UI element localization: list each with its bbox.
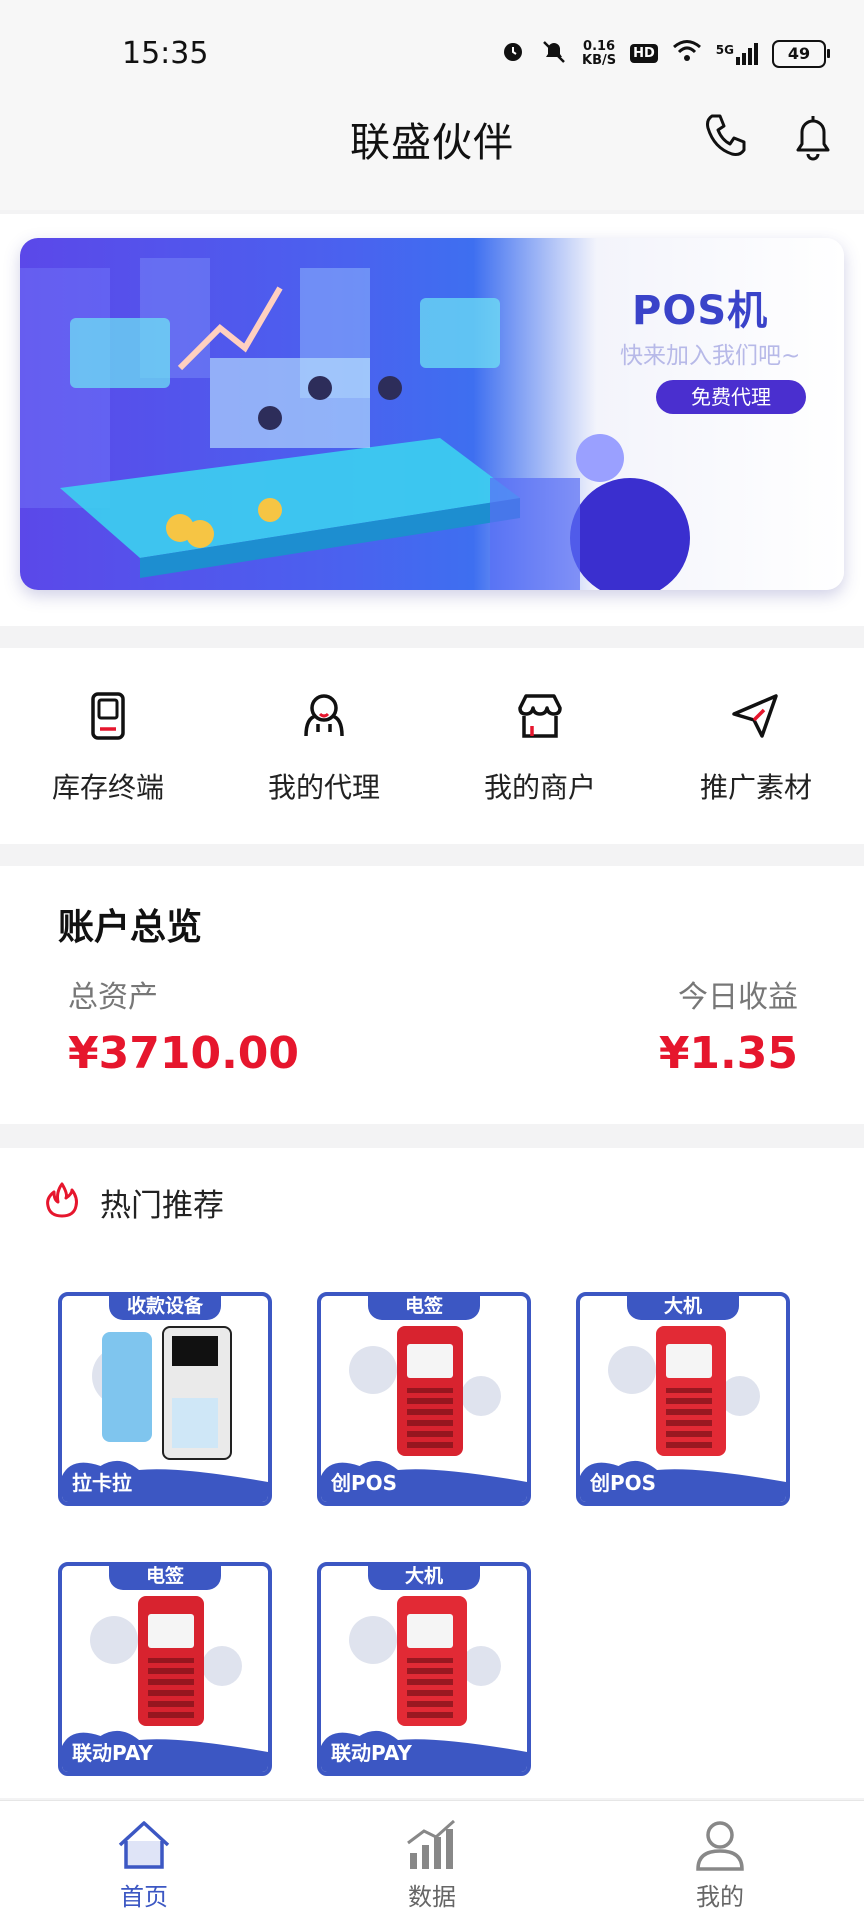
menu-item-merchants[interactable]: 我的商户 (432, 648, 648, 844)
nav-profile[interactable]: 我的 (576, 1801, 864, 1921)
alarm-icon (500, 38, 526, 69)
status-time: 15:35 (122, 36, 209, 71)
product-card[interactable]: 电签 联动PAY (58, 1562, 272, 1776)
agent-icon (304, 694, 344, 737)
product-tag: 收款设备 (109, 1296, 221, 1320)
bell-icon[interactable] (788, 110, 838, 162)
chart-icon (407, 1819, 455, 1869)
today-earnings-label: 今日收益 (678, 980, 798, 1015)
battery-indicator: 49 (772, 39, 830, 68)
device-image (102, 1332, 152, 1442)
product-name: 联动PAY (72, 1741, 153, 1765)
status-icons: 0.16 KB/S HD 5G 49 (500, 38, 830, 69)
nav-label: 数据 (408, 1883, 456, 1911)
free-agent-button[interactable]: 免费代理 (656, 380, 806, 414)
fire-icon (44, 1180, 80, 1224)
mute-icon (540, 38, 568, 69)
total-assets-label: 总资产 (68, 980, 158, 1015)
product-name: 创POS (331, 1471, 398, 1495)
product-tag: 大机 (368, 1566, 480, 1590)
product-card[interactable]: 电签 创POS (317, 1292, 531, 1506)
hd-badge: HD (630, 44, 658, 63)
device-image (397, 1326, 463, 1456)
product-name: 联动PAY (331, 1741, 412, 1765)
account-title: 账户总览 (58, 907, 203, 948)
product-tag: 电签 (109, 1566, 221, 1590)
terminal-icon (91, 692, 125, 740)
menu-label: 我的商户 (483, 771, 596, 804)
top-bar (0, 0, 864, 210)
network-speed: 0.16 KB/S (582, 38, 617, 68)
device-image (656, 1326, 726, 1456)
product-card[interactable]: 收款设备 拉卡拉 (58, 1292, 272, 1506)
bottom-nav: 首页 数据 我的 (0, 1800, 864, 1921)
menu-item-agents[interactable]: 我的代理 (216, 648, 432, 844)
device-image (138, 1596, 204, 1726)
product-name: 拉卡拉 (72, 1471, 132, 1495)
banner-subtitle: 快来加入我们吧~ (620, 343, 801, 369)
nav-label: 首页 (120, 1883, 168, 1911)
menu-item-inventory[interactable]: 库存终端 (0, 648, 216, 844)
home-icon (118, 1821, 170, 1869)
device-image (397, 1596, 467, 1726)
nav-label: 我的 (696, 1883, 744, 1911)
menu-label: 库存终端 (51, 771, 164, 804)
phone-icon[interactable] (700, 110, 750, 162)
menu-item-materials[interactable]: 推广素材 (648, 648, 864, 844)
signal-icon: 5G (716, 42, 758, 65)
menu-label: 我的代理 (267, 771, 380, 804)
today-earnings-value[interactable]: ¥1.35 (659, 1028, 798, 1079)
user-icon (696, 1821, 744, 1871)
wifi-icon (672, 39, 702, 68)
menu-label: 推广素材 (699, 771, 812, 804)
product-card[interactable]: 大机 创POS (576, 1292, 790, 1506)
hot-title: 热门推荐 (100, 1188, 224, 1224)
total-assets-value[interactable]: ¥3710.00 (68, 1028, 299, 1079)
product-tag: 电签 (368, 1296, 480, 1320)
device-image (162, 1326, 232, 1460)
store-icon (518, 694, 562, 738)
nav-data[interactable]: 数据 (288, 1801, 576, 1921)
nav-home[interactable]: 首页 (0, 1801, 288, 1921)
banner-title: POS机 (632, 288, 769, 334)
send-icon (732, 694, 778, 738)
product-name: 创POS (590, 1471, 657, 1495)
quick-menu: 库存终端 我的代理 我的商户 推广素材 (0, 648, 864, 844)
product-tag: 大机 (627, 1296, 739, 1320)
product-card[interactable]: 大机 联动PAY (317, 1562, 531, 1776)
